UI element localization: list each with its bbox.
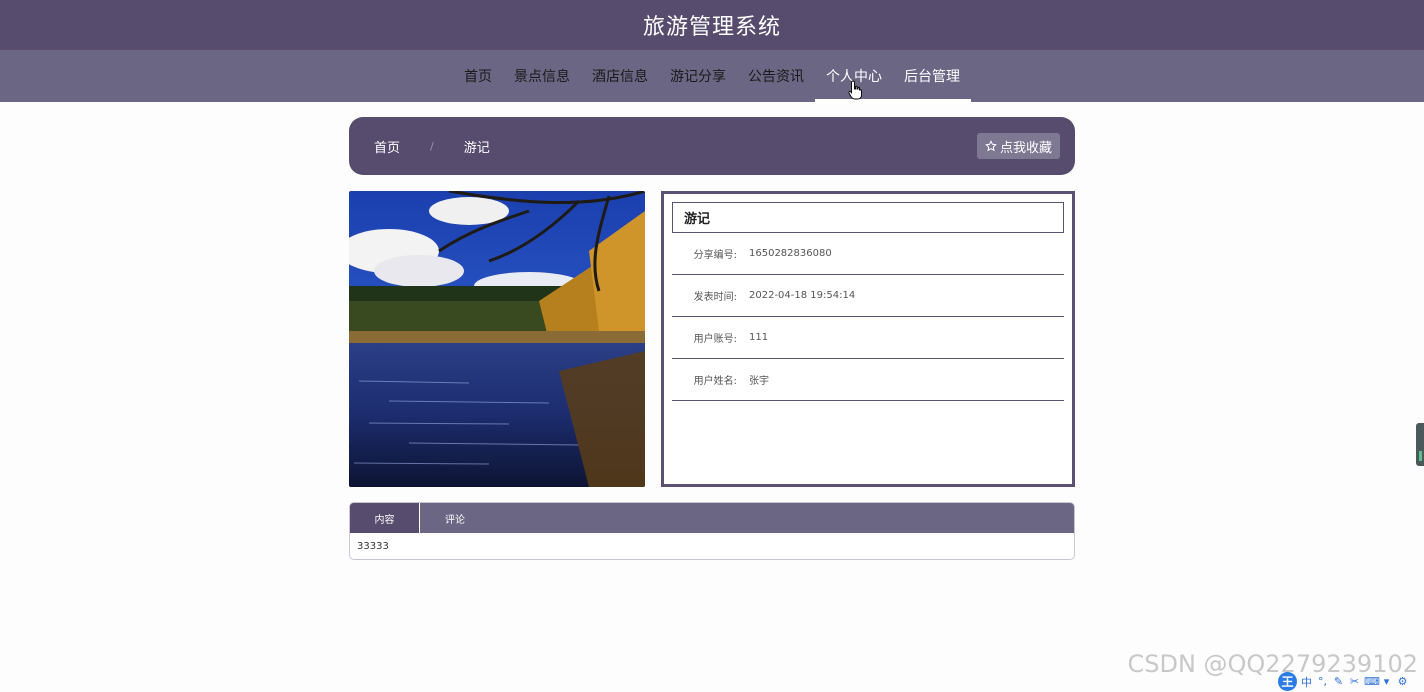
travel-note-photo bbox=[349, 191, 645, 487]
detail-label: 发表时间: bbox=[693, 292, 737, 303]
detail-value: 张宇 bbox=[749, 376, 769, 387]
breadcrumb-current: 游记 bbox=[463, 140, 490, 156]
site-title: 旅游管理系统 bbox=[642, 15, 781, 40]
breadcrumb: 首页 / 游记 点我收藏 bbox=[349, 117, 1075, 175]
punctuation-icon[interactable]: °, bbox=[1316, 675, 1329, 688]
main-nav: 首页 景点信息 酒店信息 游记分享 公告资讯 个人中心 后台管理 bbox=[0, 50, 1424, 102]
nav-item-announcements[interactable]: 公告资讯 bbox=[737, 50, 815, 102]
nav-item-attractions[interactable]: 景点信息 bbox=[503, 50, 581, 102]
hand-cursor-icon bbox=[848, 80, 862, 100]
ime-logo-icon[interactable]: 王 bbox=[1278, 672, 1297, 691]
travel-note-details: 游记 分享编号: 1650282836080 发表时间: 2022-04-18 … bbox=[661, 191, 1075, 487]
detail-row-user-account: 用户账号: 111 bbox=[672, 317, 1064, 359]
lake-landscape-image bbox=[349, 191, 645, 487]
nav-item-travel-notes[interactable]: 游记分享 bbox=[659, 50, 737, 102]
tab-content-body: 33333 bbox=[357, 541, 389, 552]
star-icon bbox=[985, 140, 997, 152]
detail-row-user-name: 用户姓名: 张宇 bbox=[672, 359, 1064, 401]
keyboard-icon[interactable]: ⌨ bbox=[1364, 675, 1380, 688]
ime-mode-toggle[interactable]: 中 bbox=[1300, 674, 1313, 690]
detail-row-publish-time: 发表时间: 2022-04-18 19:54:14 bbox=[672, 275, 1064, 317]
detail-value: 2022-04-18 19:54:14 bbox=[749, 290, 856, 301]
scissors-icon[interactable]: ✂ bbox=[1348, 675, 1361, 688]
nav-underline bbox=[893, 99, 971, 102]
gear-icon[interactable]: ⚙ bbox=[1396, 675, 1409, 688]
details-title: 游记 bbox=[672, 202, 1064, 233]
nav-item-hotels[interactable]: 酒店信息 bbox=[581, 50, 659, 102]
detail-value: 1650282836080 bbox=[749, 248, 832, 259]
shirt-icon[interactable]: ▾ bbox=[1380, 675, 1393, 688]
detail-label: 分享编号: bbox=[693, 250, 737, 261]
tab-comments[interactable]: 评论 bbox=[420, 503, 490, 533]
side-panel-handle[interactable] bbox=[1416, 423, 1424, 466]
favorite-button[interactable]: 点我收藏 bbox=[976, 133, 1060, 159]
content-tabs: 内容 评论 33333 bbox=[349, 502, 1075, 560]
favorite-button-label: 点我收藏 bbox=[999, 140, 1052, 156]
tab-content[interactable]: 内容 bbox=[350, 503, 420, 533]
nav-item-admin-label: 后台管理 bbox=[904, 69, 960, 85]
detail-label: 用户姓名: bbox=[693, 376, 737, 387]
nav-item-admin[interactable]: 后台管理 bbox=[893, 50, 971, 102]
nav-item-home[interactable]: 首页 bbox=[453, 50, 503, 102]
tabs-header: 内容 评论 bbox=[350, 503, 1074, 533]
detail-value: 111 bbox=[749, 332, 769, 343]
breadcrumb-separator: / bbox=[430, 139, 434, 153]
detail-label: 用户账号: bbox=[693, 334, 737, 345]
pen-icon[interactable]: ✎ bbox=[1332, 675, 1345, 688]
top-header: 旅游管理系统 bbox=[0, 0, 1424, 50]
breadcrumb-home[interactable]: 首页 bbox=[374, 137, 400, 156]
ime-toolbar: 王 中 °, ✎ ✂ ⌨ ▾ ⚙ bbox=[1278, 671, 1424, 692]
detail-row-share-id: 分享编号: 1650282836080 bbox=[672, 233, 1064, 275]
